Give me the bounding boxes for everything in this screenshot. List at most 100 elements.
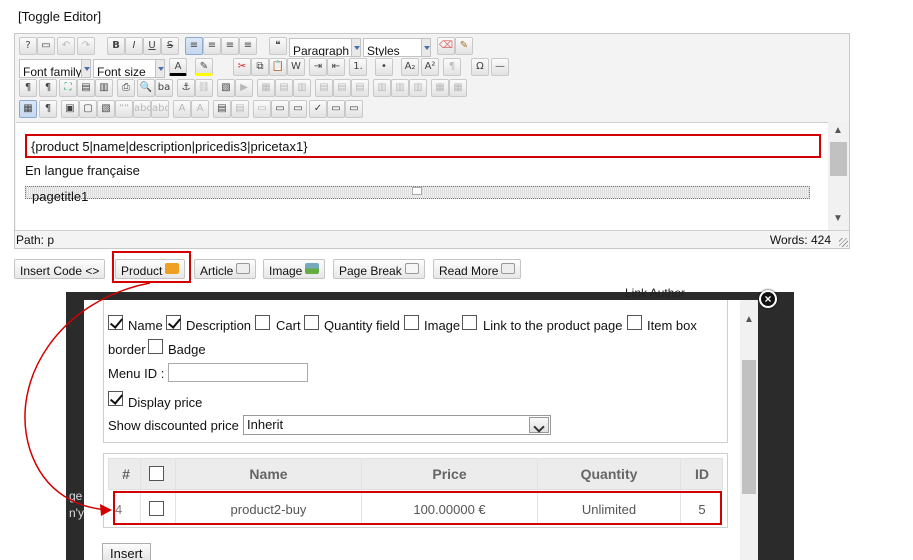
spellcheck-icon[interactable]: ✓: [309, 100, 327, 118]
page-break-button[interactable]: Page Break: [333, 259, 425, 279]
cell-props-icon[interactable]: ▥: [293, 79, 311, 97]
pagebreak-handle[interactable]: [412, 187, 422, 195]
insert-date-icon[interactable]: ▤: [213, 100, 231, 118]
horizontal-rule-icon[interactable]: —: [491, 58, 509, 76]
image-checkbox[interactable]: [404, 315, 419, 330]
print-icon[interactable]: ⎙: [117, 79, 135, 97]
visual-aid-icon[interactable]: ▦: [19, 100, 37, 118]
menu-id-input[interactable]: [168, 363, 308, 382]
scrollbar-thumb[interactable]: [742, 360, 756, 494]
split-cells-icon[interactable]: ▦: [431, 79, 449, 97]
editor-content[interactable]: {product 5|name|description|pricedis3|pr…: [16, 122, 828, 230]
delete-col-icon[interactable]: ▥: [409, 79, 427, 97]
bold-icon[interactable]: B: [107, 37, 125, 55]
quantity-field-checkbox[interactable]: [304, 315, 319, 330]
ins-icon[interactable]: A: [191, 100, 209, 118]
align-right-icon[interactable]: ≡: [221, 37, 239, 55]
scroll-up-icon[interactable]: ▲: [833, 126, 843, 136]
format-select[interactable]: Paragraph: [289, 38, 361, 57]
toggle-editor-link[interactable]: [Toggle Editor]: [18, 9, 101, 24]
help-icon[interactable]: ?: [19, 37, 37, 55]
subscript-icon[interactable]: A₂: [401, 58, 419, 76]
special-char-icon[interactable]: Ω: [471, 58, 489, 76]
new-document-icon[interactable]: ▭: [37, 37, 55, 55]
discounted-price-select[interactable]: Inherit: [243, 415, 551, 435]
insert-col-before-icon[interactable]: ▥: [373, 79, 391, 97]
copy-icon[interactable]: ⧉: [251, 58, 269, 76]
italic-icon[interactable]: I: [125, 37, 143, 55]
select-all-checkbox[interactable]: [149, 466, 164, 481]
ltr-icon[interactable]: ¶: [19, 79, 37, 97]
modal-scrollbar[interactable]: ▲: [740, 300, 758, 560]
cleanup-brush-icon[interactable]: ✎: [455, 37, 473, 55]
visual-chars-icon[interactable]: ▭: [327, 100, 345, 118]
fullscreen-icon[interactable]: ⛶: [59, 79, 77, 97]
highlight-color-icon[interactable]: ✎: [195, 58, 213, 76]
source-code-icon[interactable]: ▣: [61, 100, 79, 118]
badge-checkbox[interactable]: [148, 339, 163, 354]
insert-time-icon[interactable]: ▤: [231, 100, 249, 118]
image-button[interactable]: Image: [263, 259, 326, 279]
display-price-checkbox[interactable]: [108, 391, 123, 406]
preview-icon[interactable]: ▤: [77, 79, 95, 97]
bullet-list-icon[interactable]: •: [375, 58, 393, 76]
text-color-icon[interactable]: A: [169, 58, 187, 76]
template-icon[interactable]: ▥: [95, 79, 113, 97]
styles-select[interactable]: Styles: [363, 38, 431, 57]
superscript-icon[interactable]: A²: [421, 58, 439, 76]
insert-code-button[interactable]: Insert Code <>: [14, 259, 106, 279]
resize-handle[interactable]: [839, 238, 848, 247]
link-to-product-checkbox[interactable]: [462, 315, 477, 330]
align-justify-icon[interactable]: ≡: [239, 37, 257, 55]
show-blocks-icon[interactable]: ¶: [39, 100, 57, 118]
abbr-icon[interactable]: abc: [133, 100, 151, 118]
image-manager-icon[interactable]: ▧: [97, 100, 115, 118]
editor-scrollbar[interactable]: ▲ ▼: [828, 122, 849, 230]
nonbreaking-icon[interactable]: ▭: [253, 100, 271, 118]
cut-icon[interactable]: ✂: [233, 58, 251, 76]
delete-row-icon[interactable]: ▤: [351, 79, 369, 97]
insert-row-before-icon[interactable]: ▤: [315, 79, 333, 97]
media-icon[interactable]: ▶: [235, 79, 253, 97]
table-icon[interactable]: ▦: [257, 79, 275, 97]
merge-cells-icon[interactable]: ▦: [449, 79, 467, 97]
search-icon[interactable]: 🔍: [137, 79, 155, 97]
item-box-border-checkbox[interactable]: [627, 315, 642, 330]
font-family-select[interactable]: Font family: [19, 59, 91, 78]
scroll-up-icon[interactable]: ▲: [744, 314, 754, 325]
form-select-icon[interactable]: ▭: [289, 100, 307, 118]
paste-icon[interactable]: 📋: [269, 58, 287, 76]
row-props-icon[interactable]: ▤: [275, 79, 293, 97]
form-input-icon[interactable]: ▭: [271, 100, 289, 118]
cite-icon[interactable]: ““: [115, 100, 133, 118]
blockquote-icon[interactable]: ❝: [269, 37, 287, 55]
numbered-list-icon[interactable]: 1.: [349, 58, 367, 76]
name-checkbox[interactable]: [108, 315, 123, 330]
paste-word-icon[interactable]: W: [287, 58, 305, 76]
unlink-icon[interactable]: ⛓: [195, 79, 213, 97]
align-left-icon[interactable]: ≡: [185, 37, 203, 55]
anchor-icon[interactable]: ⚓: [177, 79, 195, 97]
eraser-icon[interactable]: ⌫: [437, 37, 455, 55]
acronym-icon[interactable]: abc: [151, 100, 169, 118]
scroll-down-icon[interactable]: ▼: [833, 214, 843, 224]
indent-icon[interactable]: ⇥: [309, 58, 327, 76]
outdent-icon[interactable]: ⇤: [327, 58, 345, 76]
article-button[interactable]: Article: [194, 259, 257, 279]
insert-image-icon[interactable]: ▧: [217, 79, 235, 97]
style-props-icon[interactable]: ¶: [443, 58, 461, 76]
insert-col-after-icon[interactable]: ▥: [391, 79, 409, 97]
layer-icon[interactable]: ▭: [345, 100, 363, 118]
del-icon[interactable]: A: [173, 100, 191, 118]
scrollbar-thumb[interactable]: [830, 142, 847, 176]
underline-icon[interactable]: U: [143, 37, 161, 55]
insert-button[interactable]: Insert: [102, 543, 151, 560]
undo-icon[interactable]: ↶: [57, 37, 75, 55]
rtl-icon[interactable]: ¶: [39, 79, 57, 97]
read-more-button[interactable]: Read More: [433, 259, 522, 279]
strikethrough-icon[interactable]: S: [161, 37, 179, 55]
align-center-icon[interactable]: ≡: [203, 37, 221, 55]
close-icon[interactable]: ×: [759, 290, 777, 308]
cart-checkbox[interactable]: [255, 315, 270, 330]
insert-row-after-icon[interactable]: ▤: [333, 79, 351, 97]
